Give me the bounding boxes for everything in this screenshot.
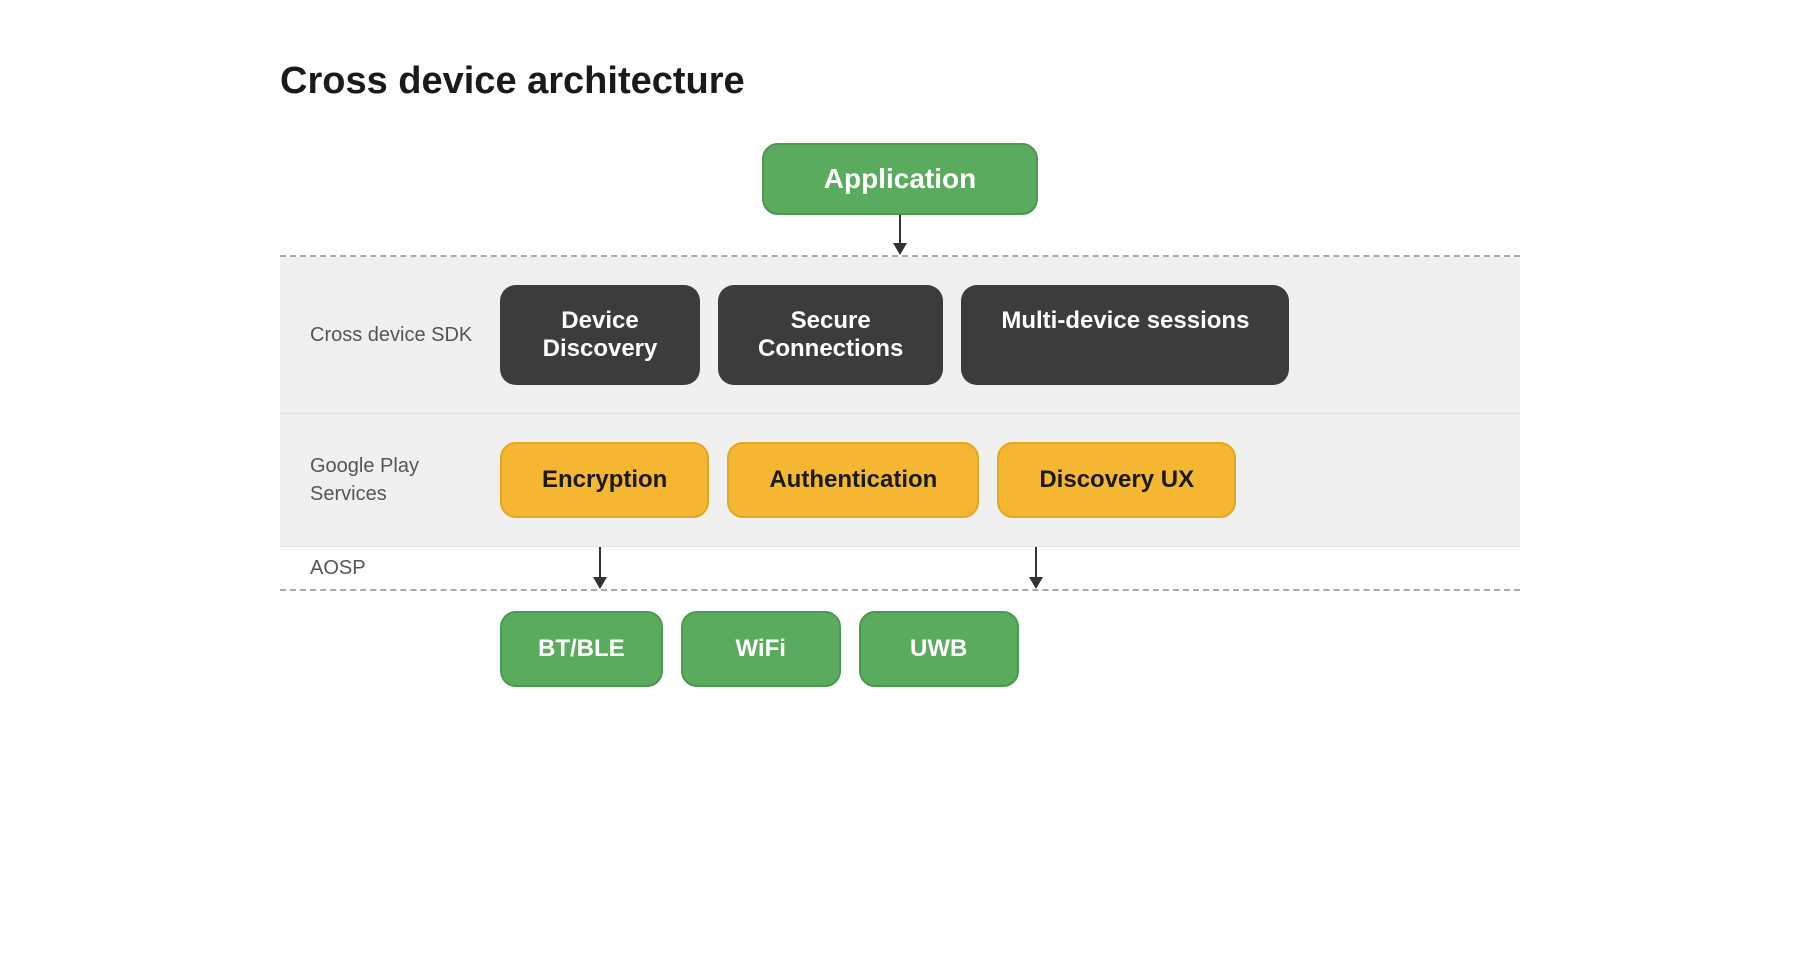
sdk-item-secure-connections: Secure Connections <box>718 285 943 385</box>
play-item-encryption: Encryption <box>500 442 709 518</box>
arrow-encryption <box>500 547 700 589</box>
application-box: Application <box>762 143 1038 215</box>
arrow-head-disc <box>1029 577 1043 589</box>
page-title: Cross device architecture <box>280 60 1520 103</box>
bottom-boxes-area: BT/BLE WiFi UWB <box>500 611 1490 687</box>
bottom-uwb: UWB <box>859 611 1019 687</box>
sdk-label: Cross device SDK <box>310 321 480 349</box>
arrow-discovery <box>936 547 1136 589</box>
play-services-band: Google Play Services Encryption Authenti… <box>280 414 1520 547</box>
aosp-row: AOSP <box>280 547 1520 589</box>
auth-spacer <box>718 547 918 589</box>
play-services-items: Encryption Authentication Discovery UX <box>500 442 1490 518</box>
arrow-head-enc <box>593 577 607 589</box>
sdk-item-device-discovery: Device Discovery <box>500 285 700 385</box>
arrow-head-1 <box>893 243 907 255</box>
arrow-line-enc <box>599 547 601 577</box>
sdk-band: Cross device SDK Device Discovery Secure… <box>280 257 1520 414</box>
sdk-item-multi-device: Multi-device sessions <box>961 285 1289 385</box>
bottom-row: BT/BLE WiFi UWB <box>280 591 1520 687</box>
diagram: Application Cross device SDK Device Disc… <box>280 143 1520 687</box>
aosp-label: AOSP <box>310 547 480 580</box>
play-services-label: Google Play Services <box>310 452 480 508</box>
bottom-wifi: WiFi <box>681 611 841 687</box>
app-to-dashed-arrow <box>280 215 1520 255</box>
arrow-line-disc <box>1035 547 1037 577</box>
play-item-authentication: Authentication <box>727 442 979 518</box>
sdk-items: Device Discovery Secure Connections Mult… <box>500 285 1490 385</box>
app-row: Application <box>280 143 1520 215</box>
aosp-arrows-area <box>500 547 1490 589</box>
bottom-bt-ble: BT/BLE <box>500 611 663 687</box>
page-container: Cross device architecture Application Cr… <box>200 0 1600 747</box>
arrow-line-1 <box>899 215 901 243</box>
play-item-discovery-ux: Discovery UX <box>997 442 1236 518</box>
